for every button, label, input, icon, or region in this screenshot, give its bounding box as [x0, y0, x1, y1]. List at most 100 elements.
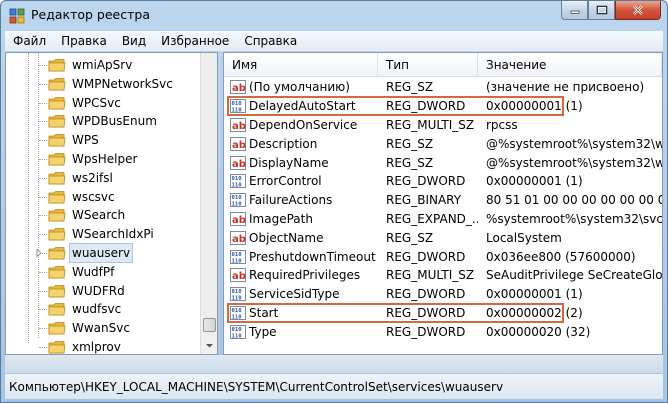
value-name: ab RequiredPrivileges	[224, 266, 378, 284]
tree-scrollbar[interactable]	[200, 53, 217, 354]
close-button[interactable]	[615, 1, 661, 20]
menu-help[interactable]: Справка	[236, 31, 304, 51]
value-data: rpcss	[486, 117, 518, 132]
tree-item-label: wmiApSrv	[72, 58, 133, 72]
svg-text:ab: ab	[232, 121, 246, 132]
table-row[interactable]: 010 110 FailureActions REG_BINARY 80 51 01 0…	[224, 191, 662, 210]
tree-item[interactable]: WUDFRd	[6, 282, 201, 300]
value-name-text: Type	[249, 324, 277, 339]
tree-guide-line	[39, 309, 47, 311]
menu-file[interactable]: Файл	[5, 31, 53, 51]
tree-scrollbar-thumb[interactable]	[203, 318, 216, 332]
tree-item[interactable]: WPDBusEnum	[6, 112, 201, 130]
value-type: REG_DWORD	[386, 324, 466, 339]
tree-item[interactable]: WMPNetworkSvc	[6, 75, 201, 93]
maximize-button[interactable]	[588, 1, 615, 20]
folder-icon	[48, 246, 66, 260]
value-name: 010 110 FailureActions	[224, 191, 378, 209]
value-name: 010 110 DelayedAutoStart	[224, 97, 378, 115]
value-data: LocalSystem	[486, 230, 562, 245]
tree-item[interactable]: WpsHelper	[6, 150, 201, 168]
table-row[interactable]: ab DisplayName REG_SZ @%systemroot%\system3…	[224, 153, 662, 172]
table-row[interactable]: ab RequiredPrivileges REG_MULTI_SZ SeAuditP…	[224, 266, 662, 285]
svg-text:010: 010	[232, 176, 243, 182]
tree-guide-line	[39, 234, 47, 236]
minimize-button[interactable]	[561, 1, 588, 20]
scroll-down-button[interactable]	[201, 337, 217, 354]
tree-guide-line	[39, 102, 47, 104]
expand-arrow-icon[interactable]	[35, 249, 43, 257]
tree-item[interactable]: WSearch	[6, 206, 201, 224]
table-row[interactable]: 010 110 ErrorControl REG_DWORD 0x00000001 (1…	[224, 172, 662, 191]
svg-text:010: 010	[232, 289, 243, 295]
value-name-text: Start	[249, 305, 279, 320]
table-row[interactable]: ab (По умолчанию) REG_SZ (значение не присв…	[224, 78, 662, 97]
value-name-text: RequiredPrivileges	[249, 268, 361, 283]
tree-guide-line	[39, 271, 47, 273]
value-data: 0x036ee800 (57600000)	[486, 249, 636, 264]
value-type: REG_SZ	[386, 80, 434, 95]
column-value[interactable]: Значение	[478, 53, 662, 77]
tree-item[interactable]: WSearchIdxPi	[6, 225, 201, 243]
tree-item[interactable]: WPCSvc	[6, 94, 201, 112]
menu-favorites[interactable]: Избранное	[153, 31, 236, 51]
tree-item[interactable]: wudfsvc	[6, 300, 201, 318]
folder-icon	[48, 58, 66, 72]
table-row[interactable]: 010 110 PreshutdownTimeout REG_DWORD 0x036ee…	[224, 247, 662, 266]
table-row[interactable]: 010 110 Type REG_DWORD 0x00000020 (32)	[224, 322, 662, 341]
minimize-icon	[570, 10, 579, 14]
values-list[interactable]: Имя Тип Значение ab (По умолчанию) REG_SZ(…	[223, 52, 663, 355]
value-name: ab ObjectName	[224, 229, 378, 247]
value-name: ab DisplayName	[224, 154, 378, 172]
table-row[interactable]: ab Description REG_SZ @%systemroot%\system3…	[224, 134, 662, 153]
svg-text:ab: ab	[232, 83, 246, 94]
table-row[interactable]: 010 110 DelayedAutoStart REG_DWORD 0x0000000…	[224, 97, 662, 116]
svg-text:ab: ab	[232, 271, 246, 282]
column-type[interactable]: Тип	[378, 53, 478, 77]
value-data: 0x00000001 (1)	[486, 174, 583, 189]
binary-value-icon: 010110	[230, 305, 246, 320]
tree-item[interactable]: xmlprov	[6, 338, 201, 354]
table-row[interactable]: ab ImagePath REG_EXPAND_... %systemroot%\sy…	[224, 210, 662, 229]
value-name-text: DependOnService	[249, 117, 358, 132]
string-value-icon: ab	[230, 211, 246, 226]
value-name: 010 110 Type	[224, 323, 378, 341]
tree-item[interactable]: WwanSvc	[6, 319, 201, 337]
tree-item-label: WpsHelper	[72, 152, 138, 166]
value-type: REG_SZ	[386, 155, 434, 170]
tree-item[interactable]: WudfPf	[6, 263, 201, 281]
tree-item-label: ws2ifsl	[72, 170, 113, 185]
string-value-icon: ab	[230, 117, 246, 132]
tree-item[interactable]: ws2ifsl	[6, 169, 201, 187]
menu-bar: Файл Правка Вид Избранное Справка	[5, 31, 663, 51]
tree-guide-line	[39, 290, 47, 292]
table-row[interactable]: 010 110 Start REG_DWORD 0x00000002 (2)	[224, 304, 662, 323]
scroll-down-icon	[206, 344, 213, 348]
tree-item[interactable]: wscsvc	[6, 188, 201, 206]
table-row[interactable]: ab DependOnService REG_MULTI_SZ rpcss	[224, 116, 662, 135]
column-name[interactable]: Имя	[224, 53, 378, 77]
value-name: ab Description	[224, 135, 378, 153]
folder-icon	[48, 171, 66, 185]
table-row[interactable]: 010 110 ServiceSidType REG_DWORD 0x00000001 …	[224, 285, 662, 304]
tree-item[interactable]: WPS	[6, 131, 201, 149]
tree-item[interactable]: wmiApSrv	[6, 56, 201, 74]
key-tree[interactable]: wmiApSrv WMPNetworkSvc WPCSvc WPDBusEnum WPS…	[5, 52, 218, 355]
folder-icon	[48, 265, 66, 279]
title-bar[interactable]: Редактор реестра	[1, 1, 667, 31]
tree-guide-line	[39, 215, 47, 217]
value-name-text: ObjectName	[249, 230, 324, 245]
value-rows: ab (По умолчанию) REG_SZ (значение не присв…	[224, 78, 662, 341]
tree-item-label: WUDFRd	[72, 283, 125, 298]
svg-text:110: 110	[232, 258, 243, 264]
tree-item-label: wscsvc	[72, 189, 115, 204]
tree-item[interactable]: wuauserv	[6, 243, 201, 263]
table-row[interactable]: ab ObjectName REG_SZ LocalSystem	[224, 228, 662, 247]
folder-icon	[48, 284, 66, 298]
tree-item-label: WudfPf	[72, 264, 115, 279]
binary-value-icon: 010110	[230, 193, 246, 208]
menu-view[interactable]: Вид	[114, 31, 153, 51]
folder-icon	[48, 227, 66, 241]
menu-edit[interactable]: Правка	[53, 31, 114, 51]
tree-item-label: WSearch	[72, 208, 126, 223]
